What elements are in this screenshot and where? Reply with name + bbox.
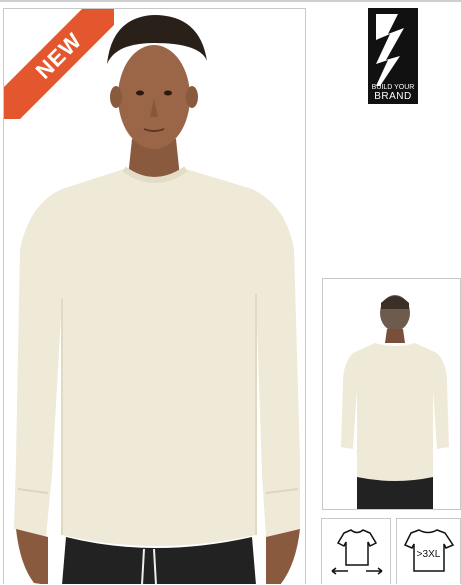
main-product-image[interactable]: NEW — [3, 8, 306, 584]
oversized-fit-icon[interactable] — [321, 518, 391, 584]
brand-logo: BUILD YOUR BRAND — [368, 8, 418, 104]
size-label: >3XL — [416, 549, 441, 560]
model-back-illustration — [323, 279, 460, 509]
brand-line-2: BRAND — [374, 91, 412, 102]
top-divider — [0, 0, 461, 2]
tshirt-width-icon — [331, 529, 383, 575]
new-badge-text: NEW — [30, 27, 87, 84]
size-3xl-icon[interactable]: >3XL — [396, 518, 461, 584]
new-ribbon: NEW — [4, 9, 114, 119]
thumbnail-back-view[interactable] — [322, 278, 461, 510]
